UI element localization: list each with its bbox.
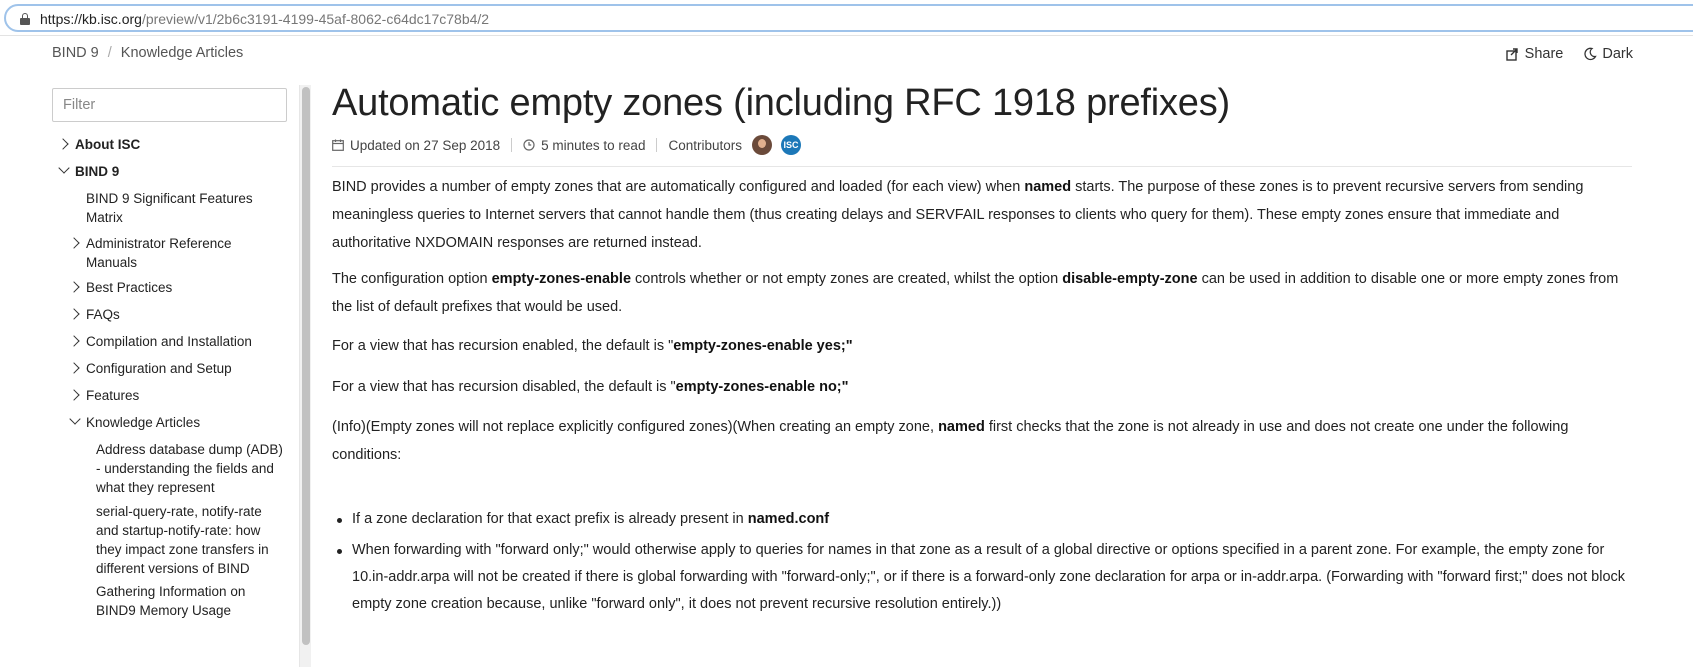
updated-info: Updated on 27 Sep 2018 (332, 138, 500, 153)
sidebar-item-label: Features (86, 388, 140, 403)
chevron-right-icon (68, 237, 80, 249)
url-path: /preview/v1/2b6c3191-4199-45af-8062-c64d… (141, 11, 490, 27)
sidebar-item-compilation[interactable]: Compilation and Installation (68, 332, 252, 351)
dark-mode-toggle[interactable]: Dark (1583, 46, 1633, 62)
lock-icon (20, 13, 30, 25)
chevron-right-icon (57, 138, 69, 150)
breadcrumb: BIND 9 / Knowledge Articles (52, 45, 243, 61)
sidebar-item-knowledge-articles[interactable]: Knowledge Articles (69, 413, 201, 432)
meta-divider (511, 138, 513, 152)
list-item: If a zone declaration for that exact pre… (337, 506, 1642, 533)
filter-input[interactable] (52, 88, 287, 122)
header-actions: Share Dark (1505, 46, 1633, 62)
moon-icon (1584, 47, 1598, 61)
scrollbar-thumb[interactable] (302, 87, 310, 645)
calendar-icon (332, 139, 344, 151)
chevron-right-icon (68, 335, 80, 347)
list-item: When forwarding with "forward only;" wou… (337, 537, 1642, 618)
contributors-label: Contributors (668, 137, 742, 153)
sidebar-item-memory-usage[interactable]: Gathering Information on BIND9 Memory Us… (96, 582, 286, 620)
paragraph-config-option: The configuration option empty-zones-ena… (332, 271, 1619, 315)
chevron-down-icon (58, 162, 70, 174)
paragraph-intro: BIND provides a number of empty zones th… (332, 179, 1584, 251)
sidebar-item-label: Address database dump (ADB) - understand… (96, 442, 283, 495)
breadcrumb-item-bind9[interactable]: BIND 9 (52, 45, 99, 61)
sidebar-item-label: Administrator Reference Manuals (86, 236, 232, 270)
sidebar-item-bind9[interactable]: BIND 9 (58, 162, 120, 181)
avatar[interactable]: ISC (781, 135, 801, 155)
sidebar-item-label: Knowledge Articles (86, 415, 201, 430)
url-host: https://kb.isc.org (40, 11, 142, 27)
paragraph-info: (Info)(Empty zones will not replace expl… (332, 419, 1569, 463)
meta-divider (656, 138, 658, 152)
sidebar-item-label: About ISC (75, 137, 141, 152)
sidebar-item-label: Compilation and Installation (86, 334, 252, 349)
share-label: Share (1524, 46, 1564, 62)
chevron-right-icon (68, 362, 80, 374)
clock-icon (523, 139, 535, 151)
sidebar: About ISC BIND 9 BIND 9 Significant Feat… (0, 80, 300, 667)
paragraph-recursion-disabled: For a view that has recursion disabled, … (332, 379, 849, 395)
breadcrumb-item-knowledge-articles[interactable]: Knowledge Articles (121, 45, 244, 61)
divider (332, 166, 1632, 167)
sidebar-item-adb-dump[interactable]: Address database dump (ADB) - understand… (96, 440, 286, 497)
sidebar-item-faqs[interactable]: FAQs (68, 305, 120, 324)
paragraph-recursion-enabled: For a view that has recursion enabled, t… (332, 338, 853, 354)
article-meta: Updated on 27 Sep 2018 5 minutes to read… (332, 135, 801, 155)
sidebar-item-arm[interactable]: Administrator Reference Manuals (68, 234, 276, 272)
contributors: Contributors ISC (668, 135, 801, 155)
sidebar-item-configuration[interactable]: Configuration and Setup (68, 359, 232, 378)
avatar[interactable] (752, 135, 772, 155)
chevron-down-icon (69, 413, 81, 425)
chevron-right-icon (68, 281, 80, 293)
read-time-text: 5 minutes to read (541, 137, 646, 153)
share-icon (1505, 48, 1518, 61)
sidebar-item-about-isc[interactable]: About ISC (57, 135, 141, 154)
sidebar-item-label: Configuration and Setup (86, 361, 232, 376)
page-title: Automatic empty zones (including RFC 191… (332, 82, 1230, 124)
chevron-right-icon (68, 389, 80, 401)
read-time: 5 minutes to read (523, 138, 645, 153)
breadcrumb-separator: / (107, 45, 112, 61)
share-button[interactable]: Share (1505, 46, 1564, 62)
chevron-right-icon (68, 308, 80, 320)
sidebar-item-features-matrix[interactable]: BIND 9 Significant Features Matrix (86, 189, 276, 227)
url-field[interactable]: https://kb.isc.org/preview/v1/2b6c3191-4… (4, 4, 1693, 32)
sidebar-item-label: serial-query-rate, notify-rate and start… (96, 504, 269, 576)
dark-label: Dark (1602, 46, 1633, 62)
url-text[interactable]: https://kb.isc.org/preview/v1/2b6c3191-4… (40, 11, 489, 27)
sidebar-item-label: BIND 9 (75, 164, 120, 179)
updated-date: Updated on 27 Sep 2018 (350, 137, 501, 153)
sidebar-item-best-practices[interactable]: Best Practices (68, 278, 173, 297)
sidebar-item-serial-query-rate[interactable]: serial-query-rate, notify-rate and start… (96, 502, 286, 578)
browser-address-bar: https://kb.isc.org/preview/v1/2b6c3191-4… (0, 0, 1693, 36)
sidebar-item-label: Best Practices (86, 280, 173, 295)
sidebar-item-features[interactable]: Features (68, 386, 140, 405)
sidebar-scrollbar[interactable] (299, 85, 311, 667)
sidebar-item-label: BIND 9 Significant Features Matrix (86, 191, 253, 225)
sidebar-item-label: Gathering Information on BIND9 Memory Us… (96, 584, 246, 618)
sidebar-item-label: FAQs (86, 307, 120, 322)
